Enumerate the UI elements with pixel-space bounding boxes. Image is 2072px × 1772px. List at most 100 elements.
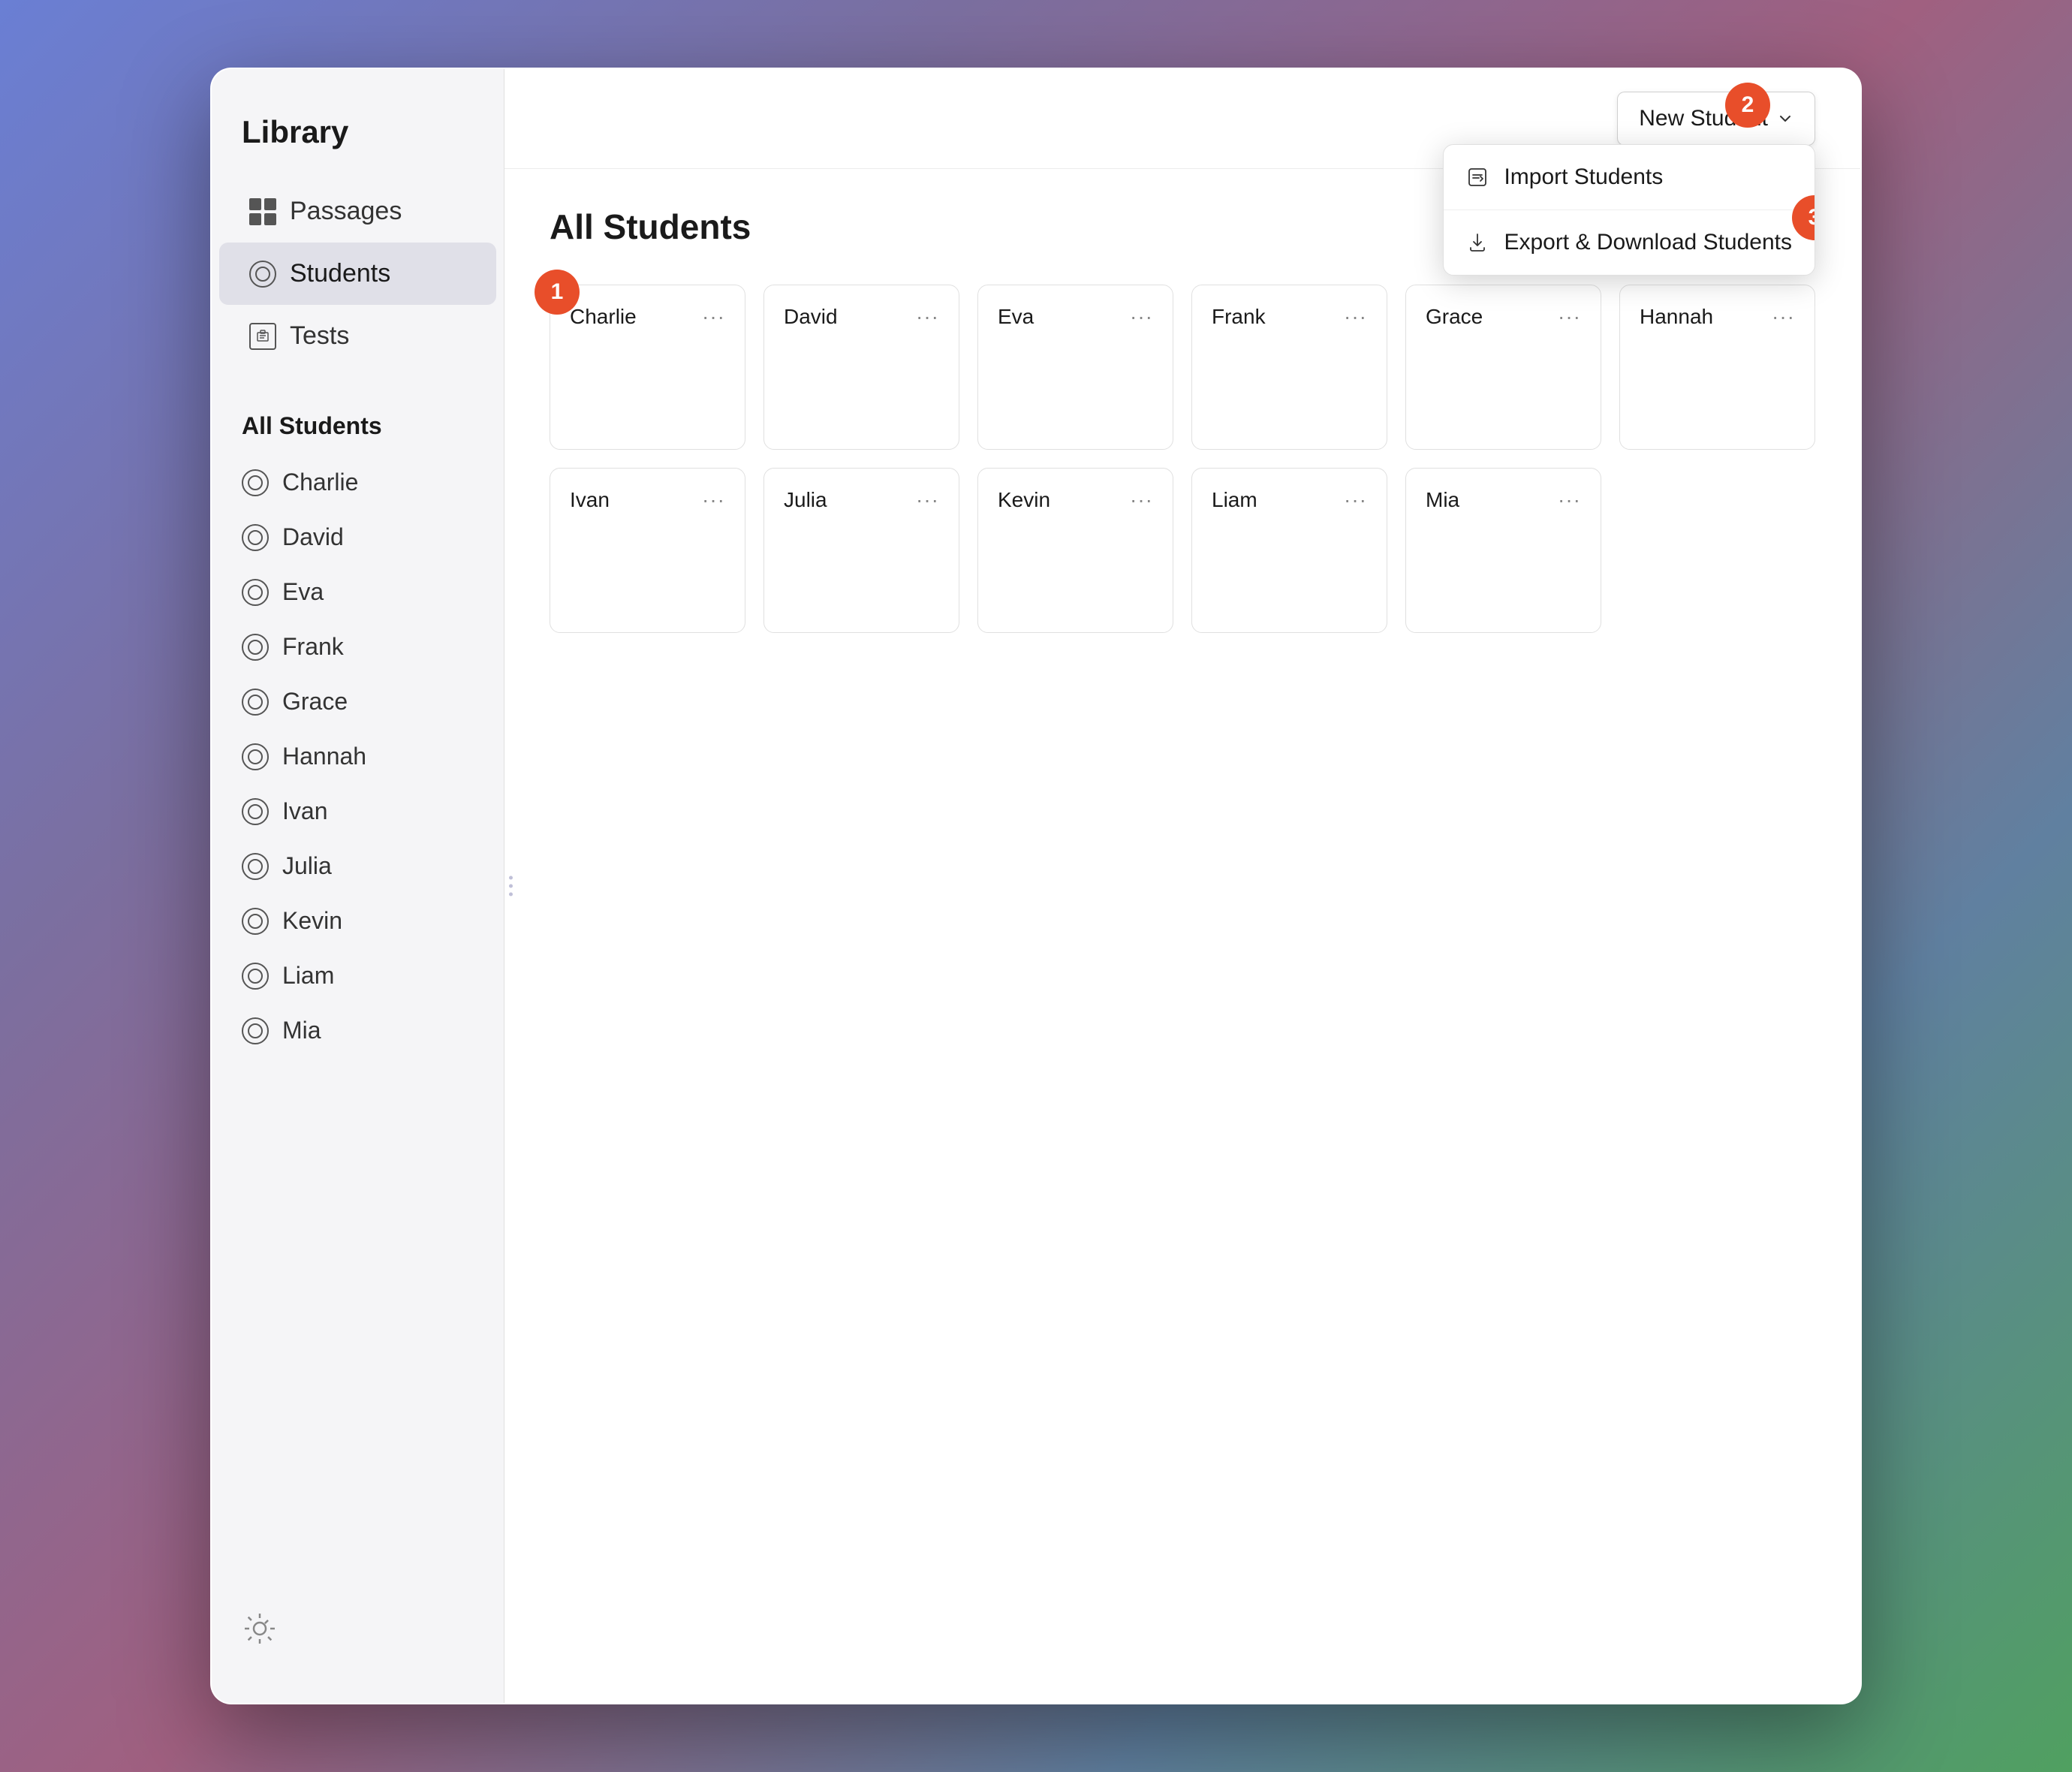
student-icon (242, 853, 269, 880)
card-menu-button[interactable]: ··· (702, 488, 725, 512)
student-card-liam[interactable]: Liam ··· (1191, 468, 1387, 633)
card-header: David ··· (784, 305, 939, 329)
clipboard-icon (249, 323, 276, 350)
main-content: New Student 2 Import Students (504, 69, 1860, 1703)
sidebar-title: Library (212, 114, 504, 180)
sidebar-item-tests[interactable]: Tests (219, 305, 496, 367)
sidebar-item-passages[interactable]: Passages (219, 180, 496, 243)
student-name: Hannah (282, 743, 366, 770)
export-download-item[interactable]: Export & Download Students 3 (1444, 210, 1815, 275)
card-name: Ivan (570, 488, 610, 512)
sidebar-student-eva[interactable]: Eva (212, 565, 504, 619)
card-header: Charlie ··· (570, 305, 725, 329)
student-card-frank[interactable]: Frank ··· (1191, 285, 1387, 450)
new-student-button[interactable]: New Student (1617, 92, 1815, 146)
card-menu-button[interactable]: ··· (702, 305, 725, 329)
student-card-charlie[interactable]: Charlie ··· (550, 285, 745, 450)
card-menu-button[interactable]: ··· (1558, 305, 1581, 329)
student-icon (242, 579, 269, 606)
sidebar-student-hannah[interactable]: Hannah (212, 729, 504, 784)
card-name: Grace (1426, 305, 1483, 329)
sidebar-student-kevin[interactable]: Kevin (212, 894, 504, 948)
card-name: Charlie (570, 305, 637, 329)
card-name: Eva (998, 305, 1034, 329)
sidebar-student-mia[interactable]: Mia (212, 1003, 504, 1058)
student-icon (242, 908, 269, 935)
student-card-grace[interactable]: Grace ··· (1405, 285, 1601, 450)
card-menu-button[interactable]: ··· (1130, 488, 1153, 512)
sidebar-student-grace[interactable]: Grace (212, 674, 504, 729)
sidebar-nav: Passages Students Tests (212, 180, 504, 367)
card-menu-button[interactable]: ··· (1344, 305, 1367, 329)
sidebar-student-liam[interactable]: Liam (212, 948, 504, 1003)
student-icon (242, 963, 269, 990)
student-icon (242, 524, 269, 551)
student-name: Eva (282, 578, 324, 606)
students-label: Students (290, 259, 390, 288)
sidebar-student-charlie[interactable]: Charlie (212, 455, 504, 510)
card-header: Ivan ··· (570, 488, 725, 512)
import-students-item[interactable]: Import Students (1444, 145, 1815, 210)
drag-dot (509, 884, 513, 888)
students-grid-row2: Ivan ··· Julia ··· Kevin ··· (550, 468, 1815, 633)
sidebar-student-david[interactable]: David (212, 510, 504, 565)
student-card-david[interactable]: David ··· (763, 285, 959, 450)
sidebar-student-julia[interactable]: Julia (212, 839, 504, 894)
sidebar-student-frank[interactable]: Frank (212, 619, 504, 674)
tests-label: Tests (290, 321, 349, 351)
student-icon (242, 798, 269, 825)
card-header: Eva ··· (998, 305, 1153, 329)
student-name: Grace (282, 688, 348, 716)
card-name: Hannah (1640, 305, 1713, 329)
card-menu-button[interactable]: ··· (1558, 488, 1581, 512)
card-menu-button[interactable]: ··· (1772, 305, 1795, 329)
card-name: Frank (1212, 305, 1266, 329)
card-menu-button[interactable]: ··· (1130, 305, 1153, 329)
all-students-section-title: All Students (212, 405, 504, 455)
card-menu-button[interactable]: ··· (1344, 488, 1367, 512)
student-icon (242, 743, 269, 770)
student-card-julia[interactable]: Julia ··· (763, 468, 959, 633)
card-header: Kevin ··· (998, 488, 1153, 512)
sidebar-student-ivan[interactable]: Ivan (212, 784, 504, 839)
student-icon (242, 469, 269, 496)
card-menu-button[interactable]: ··· (916, 488, 939, 512)
student-name: Julia (282, 852, 332, 880)
card-wrapper-charlie: Charlie ··· 1 (550, 285, 745, 450)
person-icon (249, 261, 276, 288)
card-name: Julia (784, 488, 827, 512)
card-name: Mia (1426, 488, 1459, 512)
export-download-label: Export & Download Students (1504, 230, 1792, 255)
student-icon (242, 634, 269, 661)
drag-dot (509, 893, 513, 897)
student-card-mia[interactable]: Mia ··· (1405, 468, 1601, 633)
settings-icon[interactable] (242, 1611, 278, 1647)
card-header: Frank ··· (1212, 305, 1367, 329)
student-name: Charlie (282, 469, 358, 496)
student-card-ivan[interactable]: Ivan ··· (550, 468, 745, 633)
passages-label: Passages (290, 197, 402, 226)
sidebar-student-list: Charlie David Eva Frank Grace Hannah (212, 455, 504, 1058)
card-header: Julia ··· (784, 488, 939, 512)
chevron-down-icon (1777, 110, 1793, 127)
grid-icon (249, 198, 276, 225)
student-icon (242, 689, 269, 716)
card-menu-button[interactable]: ··· (916, 305, 939, 329)
app-window: Library Passages Students (210, 68, 1862, 1704)
import-students-label: Import Students (1504, 164, 1663, 190)
student-card-kevin[interactable]: Kevin ··· (977, 468, 1173, 633)
student-name: Mia (282, 1017, 321, 1044)
badge-2: 2 (1725, 83, 1770, 128)
import-icon (1466, 166, 1489, 188)
main-header: New Student 2 Import Students (504, 69, 1860, 169)
dropdown-menu: Import Students Export & Download Studen… (1443, 144, 1815, 276)
resize-handle[interactable] (504, 869, 517, 904)
student-name: Kevin (282, 907, 342, 935)
sidebar-item-students[interactable]: Students (219, 243, 496, 305)
sidebar: Library Passages Students (212, 69, 504, 1703)
student-name: Ivan (282, 797, 327, 825)
student-name: David (282, 523, 344, 551)
student-name: Frank (282, 633, 344, 661)
student-card-hannah[interactable]: Hannah ··· (1619, 285, 1815, 450)
student-card-eva[interactable]: Eva ··· (977, 285, 1173, 450)
